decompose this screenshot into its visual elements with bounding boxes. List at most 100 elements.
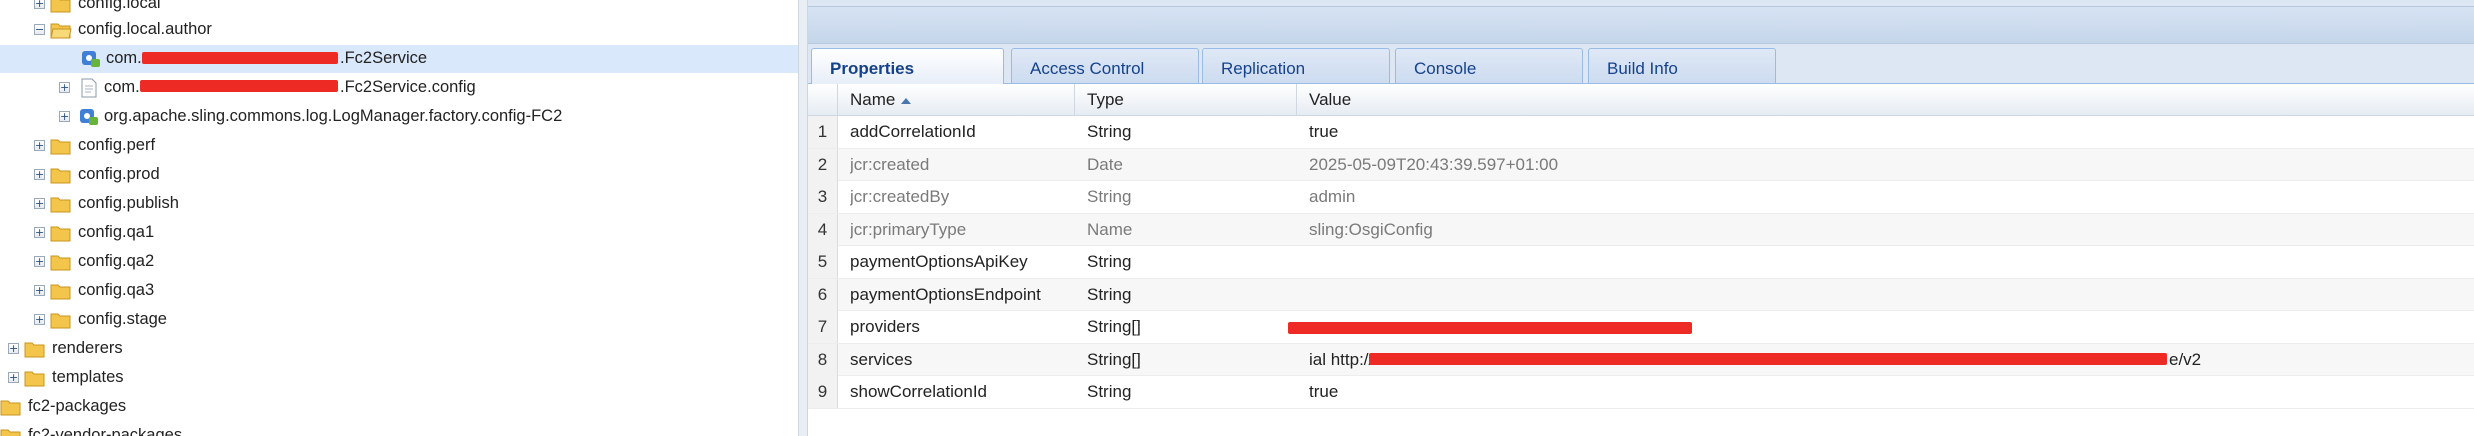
table-row[interactable]: 9 showCorrelationId String true	[808, 376, 2474, 409]
properties-panel: Properties Access Control Replication Co…	[808, 0, 2474, 436]
tree-item-label: config.qa2	[78, 252, 155, 270]
tree-item-label: config.local	[78, 0, 161, 12]
expand-icon[interactable]: +	[34, 0, 45, 9]
panel-toolbar	[808, 6, 2474, 44]
expand-icon[interactable]: +	[8, 343, 19, 354]
property-name: services	[850, 349, 913, 369]
tree-item-fc2service-config[interactable]: + com. .Fc2Service.config	[0, 74, 798, 102]
folder-icon	[24, 371, 45, 387]
property-type: Name	[1087, 219, 1133, 239]
property-name: jcr:primaryType	[850, 219, 967, 239]
row-number: 5	[808, 246, 838, 278]
tree-item-templates[interactable]: + templates	[0, 364, 798, 392]
tree-item-config-prod[interactable]: + config.prod	[0, 161, 798, 189]
panel-splitter[interactable]	[798, 0, 808, 436]
expand-icon[interactable]: +	[34, 169, 45, 180]
folder-icon	[24, 342, 45, 358]
tree-item-label: config.prod	[78, 165, 160, 183]
expand-icon[interactable]: +	[34, 140, 45, 151]
column-header-label: Type	[1087, 90, 1124, 109]
tree-item-fc2service[interactable]: com. .Fc2Service	[0, 45, 798, 73]
property-type: Date	[1087, 154, 1123, 174]
property-value-prefix[interactable]: ial http://	[1309, 344, 1373, 376]
property-type: String	[1087, 284, 1132, 304]
tree-item-config-stage[interactable]: + config.stage	[0, 306, 798, 334]
expand-icon[interactable]: +	[34, 198, 45, 209]
folder-icon	[50, 139, 71, 155]
table-row[interactable]: 7 providers String[]	[808, 311, 2474, 344]
property-name: jcr:created	[850, 154, 930, 174]
property-value[interactable]: sling:OsgiConfig	[1309, 214, 1433, 246]
table-row[interactable]: 8 services String[] ial http:// e/v2	[808, 343, 2474, 376]
tree-item-config-qa1[interactable]: + config.qa1	[0, 219, 798, 247]
column-header-name[interactable]: Name	[838, 84, 1075, 115]
tab-properties[interactable]: Properties	[811, 48, 1004, 84]
tree-item-fc2-packages[interactable]: fc2-packages	[0, 393, 798, 421]
tree-item-label: config.qa1	[78, 223, 155, 241]
table-row[interactable]: 1 addCorrelationId String true	[808, 116, 2474, 149]
tree-item-fc2-vendor-packages[interactable]: fc2-vendor-packages	[0, 422, 798, 436]
tree-item-config-qa3[interactable]: + config.qa3	[0, 277, 798, 305]
property-type: String[]	[1087, 317, 1141, 336]
property-type: String	[1087, 187, 1132, 206]
property-value[interactable]: true	[1309, 116, 1338, 148]
expand-icon[interactable]: +	[34, 285, 45, 296]
column-header-label: Value	[1309, 90, 1352, 109]
tab-replication[interactable]: Replication	[1202, 48, 1390, 83]
row-number: 7	[808, 311, 838, 343]
expand-icon[interactable]: +	[59, 111, 70, 122]
property-value[interactable]: 2025-05-09T20:43:39.597+01:00	[1309, 149, 1558, 181]
row-number: 8	[808, 343, 838, 376]
expand-icon[interactable]: +	[59, 82, 70, 93]
folder-icon	[50, 0, 71, 13]
tree-item-label-prefix: com.	[106, 49, 142, 67]
table-row[interactable]: 2 jcr:created Date 2025-05-09T20:43:39.5…	[808, 148, 2474, 181]
osgi-config-icon	[82, 51, 100, 67]
tab-build-info[interactable]: Build Info	[1588, 48, 1776, 83]
property-type: String[]	[1087, 349, 1141, 369]
table-row[interactable]: 3 jcr:createdBy String admin	[808, 181, 2474, 214]
tree-item-label: fc2-packages	[28, 397, 127, 415]
table-row[interactable]: 6 paymentOptionsEndpoint String	[808, 278, 2474, 311]
folder-icon	[50, 255, 71, 271]
tree-item-label: renderers	[52, 339, 123, 357]
row-number: 1	[808, 116, 838, 148]
row-number: 9	[808, 376, 838, 408]
collapse-icon[interactable]: −	[34, 24, 45, 35]
expand-icon[interactable]: +	[34, 227, 45, 238]
expand-icon[interactable]: +	[34, 256, 45, 267]
tree-item-renderers[interactable]: + renderers	[0, 335, 798, 363]
redaction-bar	[1369, 352, 2167, 365]
tree-item-config-publish[interactable]: + config.publish	[0, 190, 798, 218]
tree-item-config-perf[interactable]: + config.perf	[0, 132, 798, 160]
table-row[interactable]: 4 jcr:primaryType Name sling:OsgiConfig	[808, 213, 2474, 246]
tree-item-config-local-author[interactable]: − config.local.author	[0, 16, 798, 44]
property-value-suffix[interactable]: e/v2	[2169, 344, 2201, 376]
expand-icon[interactable]: +	[34, 314, 45, 325]
property-name: paymentOptionsEndpoint	[850, 284, 1041, 304]
grid-header: Name Type Value	[808, 84, 2474, 116]
row-number: 3	[808, 181, 838, 213]
folder-icon	[50, 197, 71, 213]
properties-grid: Name Type Value 1 addCorrelationId Strin…	[808, 84, 2474, 436]
tab-access-control[interactable]: Access Control	[1011, 48, 1199, 83]
tab-console[interactable]: Console	[1395, 48, 1583, 83]
tree-item-label: templates	[52, 368, 124, 386]
folder-icon	[0, 429, 21, 436]
redaction-bar	[140, 80, 338, 92]
tree-item-config-qa2[interactable]: + config.qa2	[0, 248, 798, 276]
table-row[interactable]: 5 paymentOptionsApiKey String	[808, 246, 2474, 279]
tree-item-logmanager-config[interactable]: + org.apache.sling.commons.log.LogManage…	[0, 103, 798, 131]
folder-open-icon	[50, 23, 72, 39]
tree-item-label-suffix: .Fc2Service.config	[340, 78, 476, 96]
property-value[interactable]: admin	[1309, 181, 1355, 213]
property-value[interactable]: true	[1309, 376, 1338, 408]
osgi-config-icon	[80, 109, 98, 125]
file-icon	[81, 78, 97, 98]
column-header-value[interactable]: Value	[1297, 84, 2474, 115]
column-header-type[interactable]: Type	[1075, 84, 1297, 115]
tree-item-label: fc2-vendor-packages	[28, 426, 183, 436]
row-number: 4	[808, 213, 838, 246]
expand-icon[interactable]: +	[8, 372, 19, 383]
tree-item-label-suffix: .Fc2Service	[340, 49, 428, 67]
